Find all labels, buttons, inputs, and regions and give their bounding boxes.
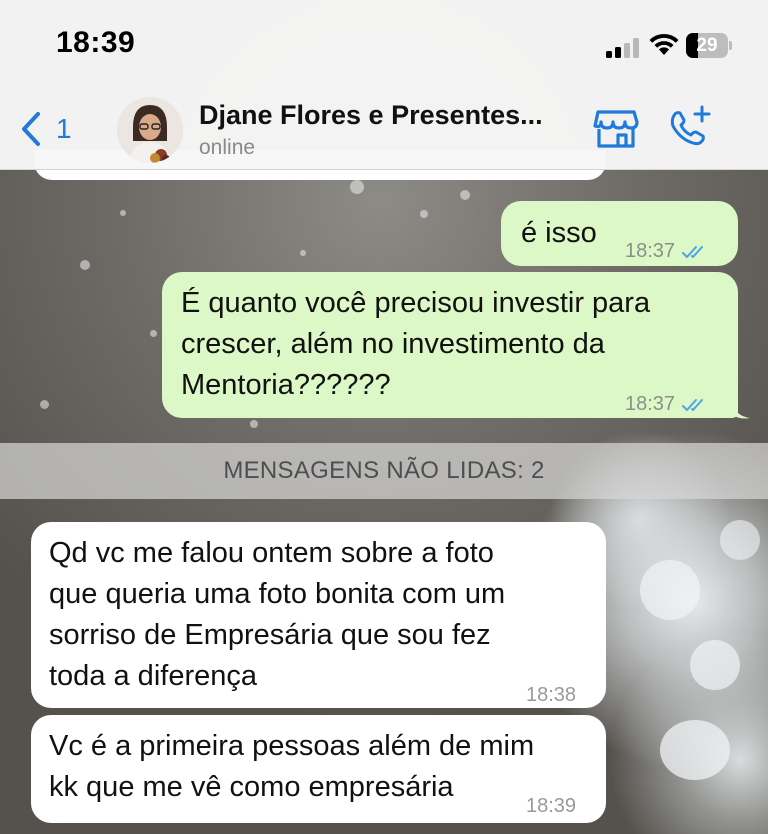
- bubble-tail: [730, 398, 750, 419]
- message-time: 18:39: [526, 795, 577, 817]
- back-button[interactable]: 1: [20, 108, 72, 150]
- unread-chats-count: 1: [56, 113, 72, 144]
- message-meta: 18:37: [625, 384, 709, 425]
- message-line: É quanto você precisou investir para: [181, 287, 651, 319]
- message-bubble-outgoing[interactable]: é isso 18:37: [501, 201, 738, 266]
- battery-icon: 29: [686, 33, 732, 58]
- message-meta: 18:37: [625, 231, 709, 272]
- status-time: 18:39: [56, 26, 136, 59]
- chat-header: 18:39 29 1 Djane Flores e Presentes... o…: [0, 0, 768, 170]
- battery-percentage: 29: [696, 35, 718, 56]
- message-time: 18:37: [625, 393, 676, 415]
- contact-name[interactable]: Djane Flores e Presentes...: [199, 100, 579, 131]
- wifi-icon: [649, 33, 679, 55]
- unread-messages-divider: MENSAGENS NÃO LIDAS: 2: [0, 443, 768, 499]
- message-bubble-outgoing[interactable]: É quanto você precisou investir para cre…: [162, 272, 738, 418]
- message-line: kk que me vê como empresária: [49, 771, 454, 803]
- cellular-signal-icon: [606, 38, 640, 58]
- add-call-icon: [670, 105, 711, 146]
- message-bubble-incoming[interactable]: Vc é a primeira pessoas além de mim kk q…: [31, 715, 606, 823]
- message-line: que queria uma foto bonita com um: [49, 578, 506, 610]
- add-call-button[interactable]: [666, 104, 712, 150]
- message-time: 18:38: [526, 684, 577, 706]
- message-line: Qd vc me falou ontem sobre a foto: [49, 537, 494, 569]
- message-text: é isso: [521, 217, 597, 249]
- message-text: Vc é a primeira pessoas além de mim kk q…: [49, 726, 534, 808]
- message-text: É quanto você precisou investir para cre…: [181, 283, 650, 406]
- message-line: crescer, além no investimento da: [181, 328, 605, 360]
- message-text: Qd vc me falou ontem sobre a foto que qu…: [49, 533, 505, 697]
- message-line: sorriso de Empresária que sou fez: [49, 619, 491, 651]
- contact-avatar[interactable]: [117, 97, 183, 163]
- message-line: Vc é a primeira pessoas além de mim: [49, 730, 535, 762]
- message-line: Mentoria??????: [181, 369, 391, 401]
- read-receipt-icon: [682, 398, 704, 411]
- message-time: 18:37: [625, 240, 676, 262]
- contact-status: online: [199, 136, 256, 159]
- chevron-left-icon: [22, 112, 40, 146]
- read-receipt-icon: [682, 245, 704, 258]
- storefront-icon: [593, 110, 639, 148]
- message-bubble-incoming[interactable]: Qd vc me falou ontem sobre a foto que qu…: [31, 522, 606, 708]
- shop-button[interactable]: [592, 108, 640, 150]
- message-line: toda a diferença: [49, 660, 257, 692]
